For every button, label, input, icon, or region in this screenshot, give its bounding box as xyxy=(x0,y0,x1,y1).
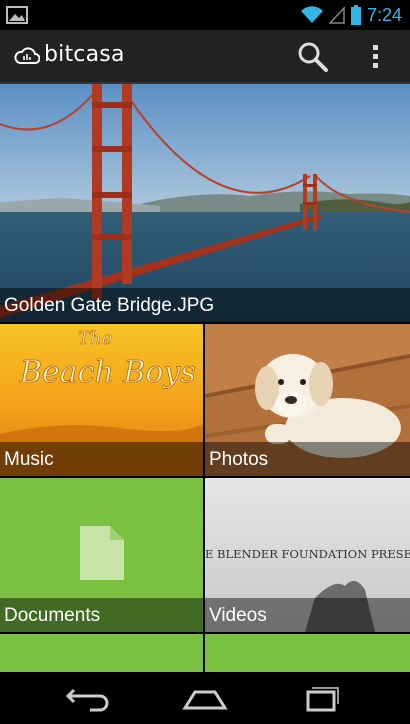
status-time: 7:24 xyxy=(366,5,402,25)
tile-caption: Golden Gate Bridge.JPG xyxy=(0,288,410,322)
document-icon xyxy=(80,526,124,580)
video-artwork-text: E BLENDER FOUNDATION PRESEN xyxy=(205,547,410,561)
tile-label: Music xyxy=(4,449,54,470)
tile-golden-gate-bridge[interactable]: Golden Gate Bridge.JPG xyxy=(0,84,410,322)
tile-caption: Videos xyxy=(205,598,410,632)
golden-gate-photo xyxy=(0,84,410,322)
battery-icon xyxy=(350,5,361,25)
home-icon[interactable] xyxy=(175,680,235,716)
artwork-text-the: The xyxy=(78,328,112,349)
tile-documents[interactable]: Documents xyxy=(0,478,203,632)
tile-caption: Music xyxy=(0,442,203,476)
recent-apps-icon[interactable] xyxy=(290,680,350,716)
search-icon[interactable] xyxy=(296,40,330,74)
image-notification-icon xyxy=(6,6,28,24)
tile-label: Golden Gate Bridge.JPG xyxy=(4,295,215,316)
tile-partial-right[interactable] xyxy=(205,634,410,672)
tile-label: Videos xyxy=(209,605,267,626)
tile-photos[interactable]: Photos xyxy=(205,324,410,476)
tile-music[interactable]: The Beach Boys Music xyxy=(0,324,203,476)
action-bar: bitcasa xyxy=(0,30,410,84)
cloud-logo-icon xyxy=(14,46,40,64)
tile-label: Documents xyxy=(4,605,101,626)
navigation-bar xyxy=(0,672,410,724)
artwork-text-beach-boys: Beach Boys xyxy=(19,355,196,390)
tile-videos[interactable]: E BLENDER FOUNDATION PRESEN Videos xyxy=(205,478,410,632)
status-bar: 7:24 xyxy=(0,0,410,30)
tile-caption: Documents xyxy=(0,598,203,632)
tile-partial-left[interactable] xyxy=(0,634,203,672)
back-icon[interactable] xyxy=(60,680,120,716)
wifi-icon xyxy=(300,6,323,23)
signal-icon xyxy=(328,6,345,24)
bitcasa-logo: bitcasa xyxy=(14,42,125,67)
brand-name: bitcasa xyxy=(44,42,125,67)
overflow-menu-icon[interactable] xyxy=(366,40,386,74)
tile-caption: Photos xyxy=(205,442,410,476)
file-grid: Golden Gate Bridge.JPG The Beach Boys Mu… xyxy=(0,84,410,672)
tile-label: Photos xyxy=(209,449,269,470)
